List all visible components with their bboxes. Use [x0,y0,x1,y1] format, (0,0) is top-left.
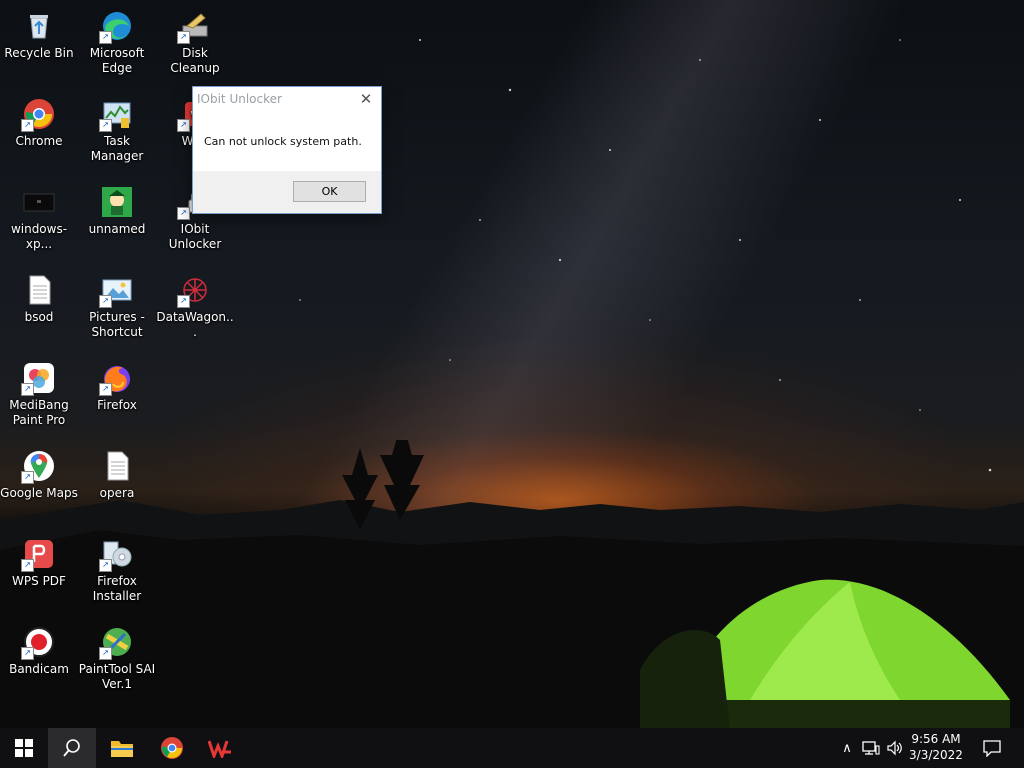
chrome-icon [161,737,183,759]
dialog-title-bar[interactable]: IObit Unlocker ✕ [193,87,381,111]
desktop-icon-bandicam[interactable]: ↗ Bandicam [0,620,78,704]
medibang-icon: ↗ [21,362,55,396]
start-button[interactable] [0,728,48,768]
volume-icon [887,740,902,756]
edge-icon: ↗ [99,10,133,44]
taskbar: ∧ 9:56 AM 3/3/2022 [0,728,1024,768]
iobit-unlocker-dialog: IObit Unlocker ✕ Can not unlock system p… [192,86,382,214]
desktop-icon-opera[interactable]: opera [78,444,156,528]
network-icon [862,741,880,755]
firefox-icon: ↗ [99,362,133,396]
dialog-message: Can not unlock system path. [204,135,362,148]
painttool-sai-icon: ↗ [99,626,133,660]
dialog-title: IObit Unlocker [197,92,282,106]
desktop-icon-firefox[interactable]: ↗ Firefox [78,356,156,440]
dialog-footer: OK [193,171,381,213]
clock-date: 3/3/2022 [909,748,963,762]
taskbar-file-explorer[interactable] [98,728,146,768]
desktop-icon-medibang[interactable]: ↗ MediBang Paint Pro [0,356,78,440]
bandicam-icon: ↗ [21,626,55,660]
text-file-icon [23,274,55,306]
search-button[interactable] [48,728,96,768]
search-icon [63,739,80,757]
desktop-icon-task-manager[interactable]: ↗ Task Manager [78,92,156,176]
recycle-bin-icon [23,10,55,42]
wallpaper-tent [640,579,1010,730]
desktop-icon-disk-cleanup[interactable]: ↗ Disk Cleanup [156,4,234,88]
desktop-icon-recycle-bin[interactable]: Recycle Bin [0,4,78,88]
wps-icon [208,740,231,758]
maps-icon: ↗ [21,450,55,484]
tray-show-hidden-icons[interactable]: ∧ [838,728,856,768]
notification-icon [983,740,1001,757]
chrome-icon: ↗ [21,98,55,132]
tray-volume[interactable] [884,728,906,768]
close-icon[interactable]: ✕ [357,87,375,111]
task-manager-icon: ↗ [99,98,133,132]
pictures-icon: ↗ [99,274,133,308]
folder-icon [111,741,133,757]
desktop-icon-chrome[interactable]: ↗ Chrome [0,92,78,176]
desktop-icon-microsoft-edge[interactable]: ↗ Microsoft Edge [78,4,156,88]
disk-cleanup-icon: ↗ [177,10,211,44]
video-file-icon [23,186,55,218]
image-file-icon [101,186,133,218]
notifications-button[interactable] [978,728,1006,768]
desktop-icon-painttool-sai[interactable]: ↗ PaintTool SAI Ver.1 [78,620,156,704]
desktop-icon-google-maps[interactable]: ↗ Google Maps [0,444,78,528]
wps-pdf-icon: ↗ [21,538,55,572]
windows-start-icon [15,739,33,757]
desktop-icon-datawagon[interactable]: ↗ DataWagon... [156,268,234,352]
tray-network[interactable] [860,728,882,768]
desktop-icon-windows-xp[interactable]: windows-xp... [0,180,78,264]
clock-time: 9:56 AM [911,732,961,746]
desktop-icon-pictures-shortcut[interactable]: ↗ Pictures - Shortcut [78,268,156,352]
desktop-icon-wps-pdf[interactable]: ↗ WPS PDF [0,532,78,616]
taskbar-chrome[interactable] [148,728,196,768]
taskbar-wps[interactable] [196,728,244,768]
ok-button[interactable]: OK [293,181,366,202]
desktop-icon-unnamed[interactable]: unnamed [78,180,156,264]
datawagon-icon: ↗ [177,274,211,308]
system-clock[interactable]: 9:56 AM 3/3/2022 [904,731,968,763]
text-file-icon [101,450,133,482]
desktop-icon-firefox-installer[interactable]: ↗ Firefox Installer [78,532,156,616]
desktop-icon-bsod[interactable]: bsod [0,268,78,352]
installer-icon: ↗ [99,538,133,572]
